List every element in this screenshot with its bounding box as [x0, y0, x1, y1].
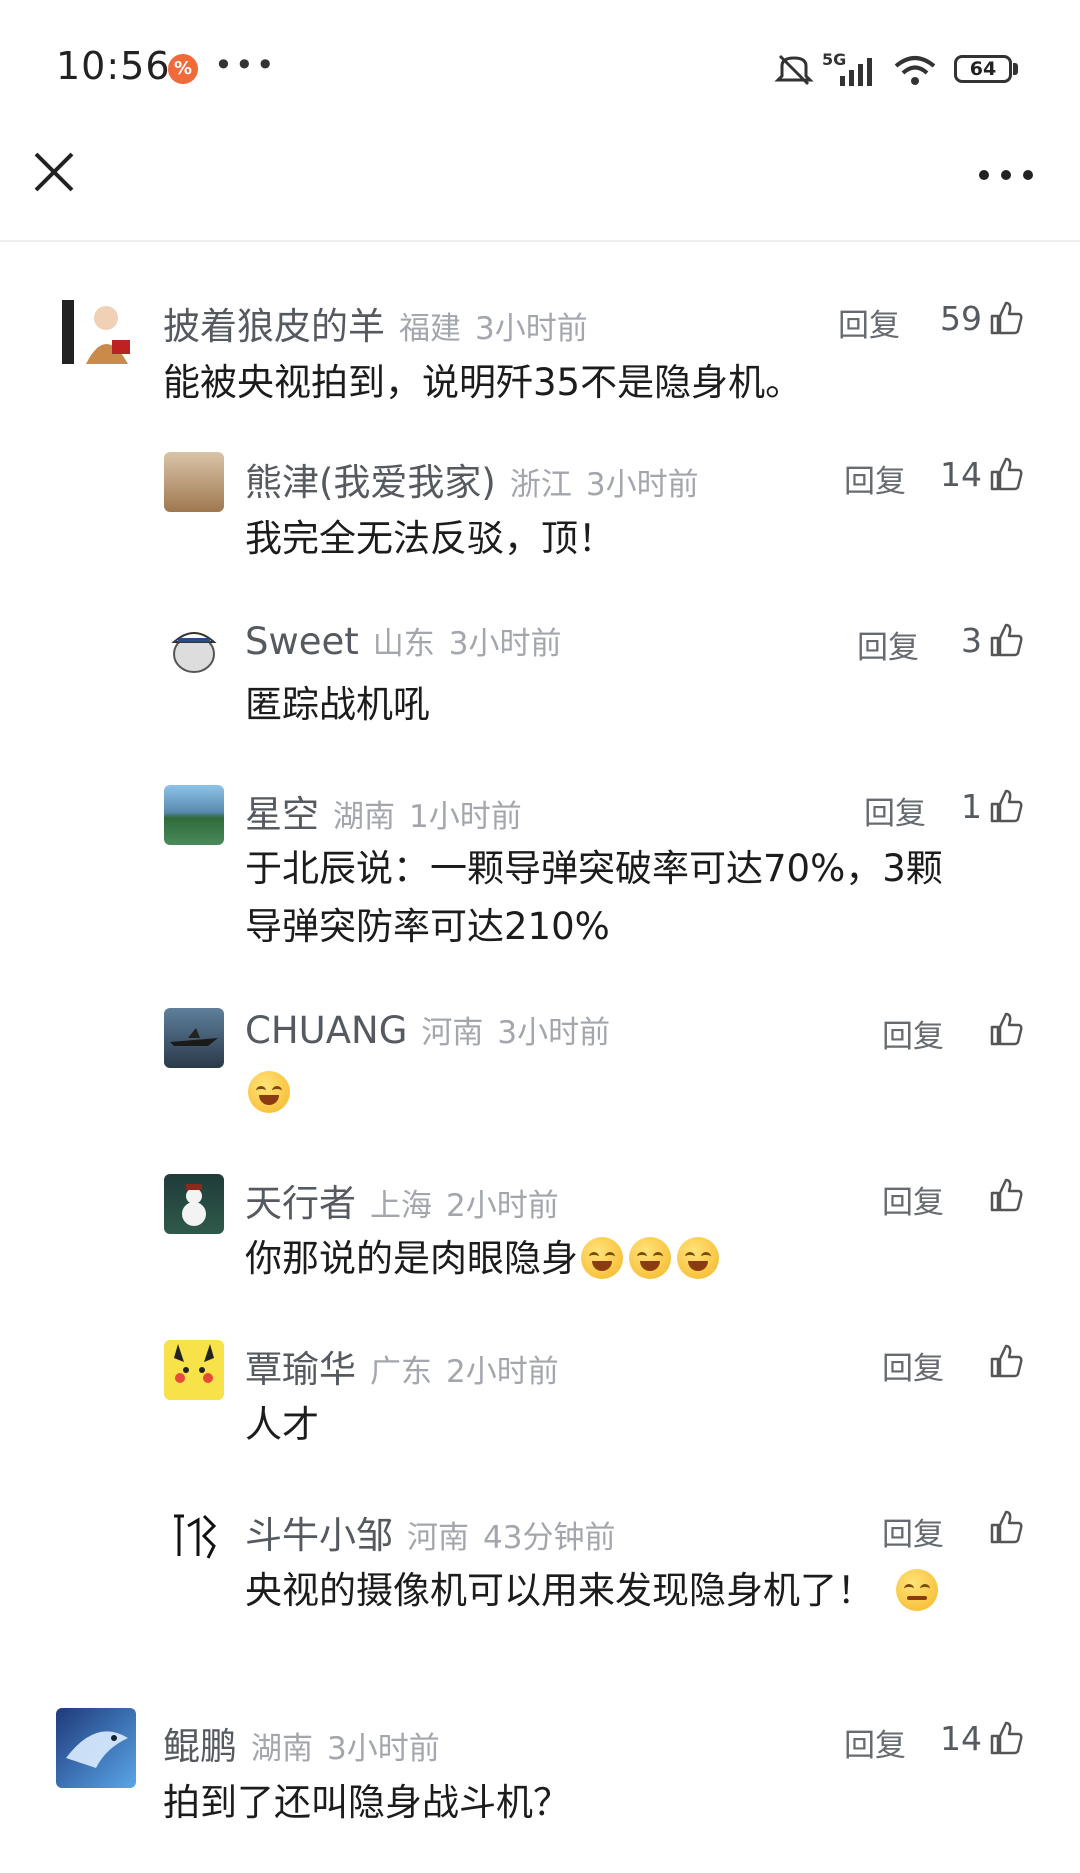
thumbs-up-icon: [990, 1178, 1023, 1212]
avatar[interactable]: [164, 1506, 224, 1566]
status-bar: 10:56 % ••• 5G 64: [0, 0, 1080, 140]
reply-text: 你那说的是肉眼隐身: [245, 1230, 722, 1288]
reply-username[interactable]: 熊津(我爱我家) 浙江 3小时前: [245, 452, 699, 506]
thumbs-up-icon: [990, 789, 1023, 823]
like-count: 14: [940, 1718, 982, 1758]
thumbs-up-icon: [990, 301, 1023, 335]
reply-username[interactable]: 斗牛小邹 河南 43分钟前: [245, 1505, 615, 1559]
avatar[interactable]: [164, 1174, 224, 1234]
comment-location: 湖南: [251, 1731, 313, 1767]
like-button[interactable]: [982, 1009, 1024, 1049]
reply-button[interactable]: 回复: [882, 1509, 944, 1554]
avatar[interactable]: [164, 452, 224, 512]
reply-button[interactable]: 回复: [882, 1343, 944, 1388]
battery-cap: [1013, 63, 1018, 75]
thumbs-up-icon: [990, 1510, 1023, 1544]
comment-time: 3小时前: [327, 1731, 440, 1767]
reply-button[interactable]: 回复: [882, 1011, 944, 1056]
avatar[interactable]: [164, 620, 224, 680]
thinking-emoji-icon: [896, 1569, 938, 1611]
comment-location: 福建: [399, 311, 461, 347]
thumbs-up-icon: [990, 1344, 1023, 1378]
reply-username[interactable]: 覃瑜华 广东 2小时前: [245, 1339, 559, 1393]
reply-text-line: 于北辰说：一颗导弹突破率可达70%，3颗: [245, 847, 943, 890]
battery-icon: 64: [954, 55, 1012, 83]
app-notification-icon: %: [168, 54, 198, 84]
reply-button[interactable]: 回复: [844, 456, 906, 501]
comment-username[interactable]: 鲲鹏 湖南 3小时前: [163, 1716, 440, 1770]
like-button[interactable]: 1: [961, 786, 1024, 826]
top-bar: [0, 140, 1080, 242]
thumbs-up-icon: [990, 457, 1023, 491]
like-button[interactable]: [982, 1341, 1024, 1381]
like-count: 3: [961, 620, 982, 660]
mute-icon: [774, 54, 814, 86]
reply-username[interactable]: CHUANG 河南 3小时前: [245, 1007, 610, 1052]
status-time: 10:56: [56, 44, 171, 88]
more-options-icon[interactable]: [976, 160, 1036, 190]
like-button[interactable]: 59: [940, 298, 1024, 338]
thumbs-up-icon: [990, 623, 1023, 657]
avatar[interactable]: [164, 1008, 224, 1068]
reply-button[interactable]: 回复: [838, 300, 900, 345]
reply-username[interactable]: 星空 湖南 1小时前: [245, 784, 522, 838]
crying-laughing-emoji-icon: [581, 1237, 623, 1279]
reply-username[interactable]: 天行者 上海 2小时前: [245, 1173, 559, 1227]
reply-button[interactable]: 回复: [844, 1720, 906, 1765]
status-more-icon: •••: [214, 46, 277, 84]
wifi-icon: [894, 56, 936, 85]
crying-laughing-emoji-icon: [629, 1237, 671, 1279]
reply-text: 人才: [245, 1403, 319, 1446]
comment-text: 拍到了还叫隐身战斗机？: [163, 1781, 570, 1824]
like-button[interactable]: [982, 1507, 1024, 1547]
reply-username[interactable]: Sweet 山东 3小时前: [245, 618, 562, 663]
thumbs-up-icon: [990, 1012, 1023, 1046]
crying-laughing-emoji-icon: [677, 1237, 719, 1279]
like-count: 59: [940, 298, 982, 338]
reply-button[interactable]: 回复: [857, 622, 919, 667]
reply-text: [245, 1064, 293, 1122]
comment-time: 3小时前: [475, 311, 588, 347]
comment-text: 能被央视拍到，说明歼35不是隐身机。: [163, 361, 803, 404]
reply-text: 我完全无法反驳，顶！: [245, 517, 615, 560]
reply-button[interactable]: 回复: [882, 1177, 944, 1222]
close-icon[interactable]: [30, 148, 78, 196]
like-button[interactable]: 14: [940, 1718, 1024, 1758]
reply-text-line: 导弹突防率可达210%: [245, 905, 610, 948]
like-count: 14: [940, 454, 982, 494]
reply-button[interactable]: 回复: [864, 788, 926, 833]
reply-text: 央视的摄像机可以用来发现隐身机了！: [245, 1562, 941, 1620]
like-button[interactable]: [982, 1175, 1024, 1215]
reply-text: 于北辰说：一颗导弹突破率可达70%，3颗 导弹突防率可达210%: [245, 840, 943, 956]
avatar[interactable]: [56, 1708, 136, 1788]
like-count: 1: [961, 786, 982, 826]
thumbs-up-icon: [990, 1721, 1023, 1755]
avatar[interactable]: [164, 785, 224, 845]
like-button[interactable]: 3: [961, 620, 1024, 660]
like-button[interactable]: 14: [940, 454, 1024, 494]
laughing-tears-emoji-icon: [248, 1071, 290, 1113]
comment-username[interactable]: 披着狼皮的羊 福建 3小时前: [163, 296, 588, 350]
signal-icon: [840, 58, 872, 86]
avatar[interactable]: [56, 294, 136, 374]
avatar[interactable]: [164, 1340, 224, 1400]
reply-text: 匿踪战机吼: [245, 683, 430, 726]
